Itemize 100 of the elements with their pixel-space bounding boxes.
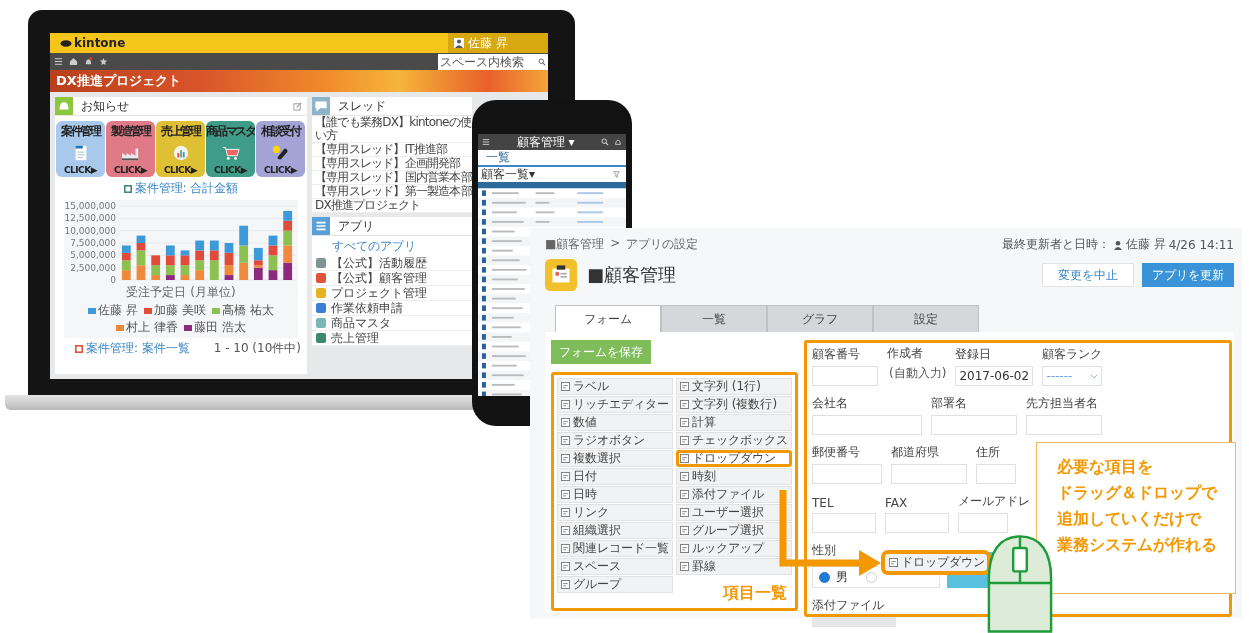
text-field[interactable]	[812, 513, 876, 533]
field-type-icon	[680, 436, 689, 445]
list-link[interactable]: 案件管理: 案件一覧	[86, 340, 190, 357]
text-field[interactable]	[812, 415, 922, 435]
field-type-item[interactable]: リンク	[557, 504, 673, 521]
field-type-item[interactable]: ラジオボタン	[557, 432, 673, 449]
field-type-item[interactable]: ラベル	[557, 378, 673, 395]
field-type-item[interactable]: 組織選択	[557, 522, 673, 539]
home-icon[interactable]	[69, 57, 78, 66]
field-type-icon	[889, 558, 898, 567]
menu-icon[interactable]	[482, 138, 490, 146]
field-type-item[interactable]: グループ選択	[676, 522, 792, 539]
field-label: 登録日	[955, 346, 993, 363]
field-type-item[interactable]: チェックボックス	[676, 432, 792, 449]
thread-item[interactable]: 【専用スレッド】企画開発部	[312, 157, 472, 171]
field-type-item[interactable]: 添付ファイル	[676, 486, 792, 503]
radio-button[interactable]	[866, 571, 877, 583]
field-type-icon	[561, 526, 570, 535]
chart-bar	[224, 252, 233, 266]
app-link[interactable]: 作業依頼申請	[331, 299, 403, 317]
app-tile[interactable]: 案件管理 CLICK▶	[56, 121, 105, 177]
field-type-item[interactable]: 文字列 (1行)	[676, 378, 792, 395]
app-link[interactable]: プロジェクト管理	[331, 284, 427, 302]
date-field[interactable]: 2017-06-02	[955, 366, 1034, 386]
view-selector[interactable]: 顧客一覧▾	[481, 166, 536, 183]
field-type-item[interactable]: 日時	[557, 486, 673, 503]
field-type-item[interactable]: 罫線	[676, 558, 792, 575]
callout-text: 追加していくだけで	[1057, 509, 1203, 530]
legend-label: 佐藤 昇	[98, 302, 139, 319]
app-tile[interactable]: 売上管理 CLICK▶	[156, 121, 205, 177]
tab[interactable]: 一覧	[661, 305, 767, 332]
field-type-item[interactable]: ルックアップ	[676, 540, 792, 557]
field-type-item[interactable]: 時刻	[676, 468, 792, 485]
field-type-icon	[680, 508, 689, 517]
thread-item[interactable]: DX推進プロジェクト	[312, 199, 472, 213]
search-field[interactable]: スペース内検索	[438, 53, 548, 70]
edit-icon[interactable]	[293, 101, 302, 111]
text-field[interactable]	[976, 464, 1016, 484]
tile-label: 製造管理	[110, 123, 151, 140]
field-type-item[interactable]: グループ	[557, 576, 673, 593]
field-type-item[interactable]: 関連レコード一覧	[557, 540, 673, 557]
app-link[interactable]: 【公式】顧客管理	[331, 269, 427, 287]
search-icon[interactable]	[538, 57, 546, 66]
field-type-item[interactable]: ユーザー選択	[676, 504, 792, 521]
record-count: 1 - 10 (10件中)	[213, 340, 301, 357]
callout-text: 業務システムが作れる	[1057, 535, 1218, 556]
field-type-item[interactable]: 数値	[557, 414, 673, 431]
star-icon[interactable]	[99, 57, 108, 66]
chart-bar	[194, 260, 204, 271]
field-type-icon	[561, 472, 570, 481]
field-type-item[interactable]: 計算	[676, 414, 792, 431]
text-field[interactable]	[958, 513, 1008, 533]
breadcrumb-link[interactable]: ■顧客管理	[545, 236, 605, 253]
field-type-item[interactable]: 複数選択	[557, 450, 673, 467]
user-icon	[1112, 239, 1123, 250]
chart-link[interactable]: 案件管理: 合計金額	[134, 180, 239, 197]
tab[interactable]: 設定	[873, 305, 979, 332]
text-field[interactable]	[1026, 415, 1102, 435]
app-link[interactable]: 商品マスタ	[331, 314, 391, 332]
axis-tick-label: 0	[109, 275, 116, 284]
chart-bar	[282, 262, 292, 280]
app-tile[interactable]: 商品マスタ CLICK▶	[206, 121, 255, 177]
field-type-icon	[680, 526, 689, 535]
chart-bar	[194, 240, 204, 251]
bell-icon[interactable]	[614, 138, 622, 146]
thread-item[interactable]: 【専用スレッド】国内営業本部	[312, 171, 472, 185]
axis-tick-label: 7,500,000	[69, 238, 116, 248]
text-field[interactable]	[812, 366, 878, 386]
thread-item[interactable]: 【専用スレッド】第一製造本部	[312, 185, 472, 199]
menu-icon[interactable]	[54, 57, 63, 66]
search-icon[interactable]	[601, 138, 609, 146]
cancel-button[interactable]: 変更を中止	[1042, 263, 1134, 287]
field-type-item[interactable]: リッチエディター	[557, 396, 673, 413]
all-apps-link[interactable]: すべてのアプリ	[332, 238, 416, 255]
tab[interactable]: グラフ	[767, 305, 873, 332]
bell-icon[interactable]	[84, 57, 93, 66]
field-label: 会社名	[812, 395, 849, 412]
text-field[interactable]	[931, 415, 1017, 435]
file-upload-field[interactable]	[812, 617, 896, 627]
app-name[interactable]: 顧客管理 ▾	[516, 134, 575, 151]
view-tab[interactable]: 一覧	[486, 149, 510, 166]
text-field[interactable]	[891, 464, 967, 484]
app-title: ■顧客管理	[587, 263, 676, 287]
field-label: 顧客ランク	[1042, 346, 1103, 363]
user-name: 佐藤 昇	[468, 34, 508, 52]
field-type-item[interactable]: スペース	[557, 558, 673, 575]
field-type-item[interactable]: 日付	[557, 468, 673, 485]
text-field[interactable]	[812, 464, 882, 484]
field-type-item[interactable]: ドロップダウン	[676, 450, 792, 467]
app-tile[interactable]: 製造管理 CLICK▶	[106, 121, 155, 177]
thread-item[interactable]: 【専用スレッド】IT推進部	[312, 143, 472, 157]
tab[interactable]: フォーム	[555, 305, 661, 332]
app-tile[interactable]: 相談受付 CLICK▶	[256, 121, 305, 177]
text-field[interactable]	[885, 513, 949, 533]
app-link[interactable]: 【公式】活動履歴	[331, 254, 427, 272]
radio-button[interactable]	[819, 571, 830, 583]
tile-action: CLICK▶	[63, 165, 98, 175]
filter-icon[interactable]	[613, 171, 620, 178]
app-link[interactable]: 売上管理	[331, 329, 379, 347]
field-type-item[interactable]: 文字列 (複数行)	[676, 396, 792, 413]
